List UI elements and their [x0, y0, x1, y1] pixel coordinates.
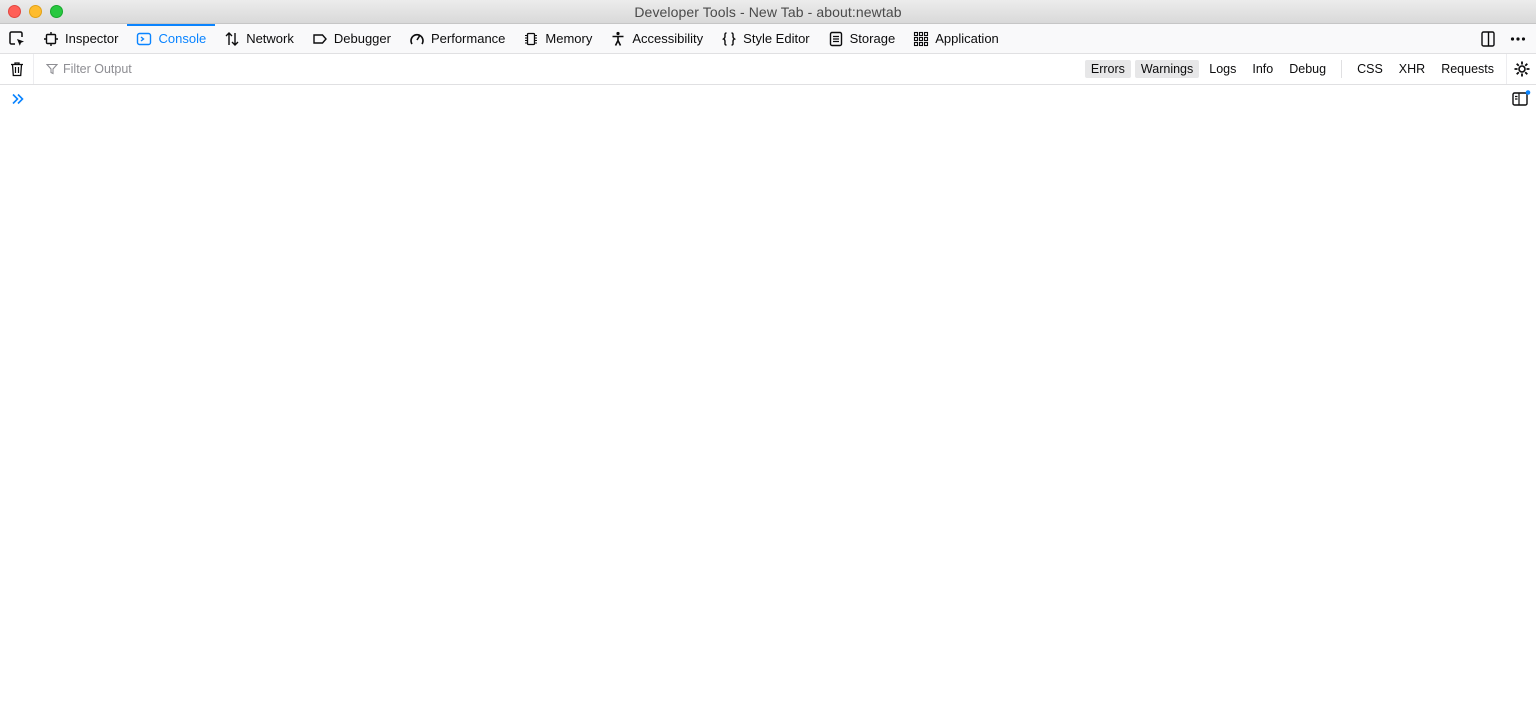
tab-label: Style Editor — [743, 31, 810, 46]
tab-application[interactable]: Application — [904, 24, 1008, 53]
close-window-button[interactable] — [8, 5, 21, 18]
style-editor-icon — [722, 31, 737, 46]
tab-storage[interactable]: Storage — [819, 24, 905, 53]
trash-icon — [10, 62, 23, 77]
console-prompt-icon — [12, 93, 24, 105]
application-icon — [914, 31, 929, 46]
window-controls — [8, 5, 63, 18]
console-output[interactable] — [0, 85, 1536, 721]
tab-label: Application — [935, 31, 999, 46]
tab-style-editor[interactable]: Style Editor — [712, 24, 818, 53]
tab-network[interactable]: Network — [215, 24, 303, 53]
tab-label: Inspector — [65, 31, 119, 46]
inspector-icon — [44, 31, 58, 46]
log-level-filters: Errors Warnings Logs Info Debug CSS XHR … — [1084, 60, 1506, 78]
filter-errors-button[interactable]: Errors — [1084, 60, 1131, 78]
gear-icon — [1514, 61, 1529, 77]
window-title: Developer Tools - New Tab - about:newtab — [634, 3, 902, 20]
accessibility-icon — [612, 31, 624, 46]
filter-requests-button[interactable]: Requests — [1435, 60, 1500, 78]
tab-label: Performance — [430, 31, 506, 46]
filter-separator — [1341, 60, 1343, 78]
filter-css-button[interactable]: CSS — [1351, 60, 1389, 78]
filter-xhr-button[interactable]: XHR — [1393, 60, 1431, 78]
tab-inspector[interactable]: Inspector — [34, 24, 127, 53]
tab-performance[interactable]: Performance — [400, 24, 514, 53]
toolbox-controls — [1478, 24, 1536, 53]
element-picker-button[interactable] — [0, 24, 34, 53]
toolbox-tabbar: Inspector Console Network Debugger Perfo… — [0, 24, 1536, 54]
tab-label: Storage — [849, 31, 896, 46]
filter-logs-button[interactable]: Logs — [1203, 60, 1242, 78]
tab-label: Memory — [545, 31, 593, 46]
tab-memory[interactable]: Memory — [514, 24, 601, 53]
clear-console-button[interactable] — [0, 54, 34, 84]
element-picker-icon — [9, 30, 24, 46]
network-icon — [225, 31, 239, 46]
tab-console[interactable]: Console — [127, 24, 215, 53]
dock-side-icon — [1481, 30, 1495, 47]
tab-label: Console — [158, 31, 207, 46]
filter-icon — [46, 63, 58, 75]
filter-info-button[interactable]: Info — [1246, 60, 1279, 78]
debugger-icon — [313, 33, 327, 44]
performance-icon — [410, 33, 424, 44]
filter-warnings-button[interactable]: Warnings — [1134, 60, 1200, 78]
minimize-window-button[interactable] — [29, 5, 42, 18]
tab-label: Network — [246, 31, 294, 46]
memory-icon — [525, 32, 538, 45]
ellipsis-icon — [1510, 36, 1526, 41]
filter-debug-button[interactable]: Debug — [1283, 60, 1332, 78]
devtools-window: Developer Tools - New Tab - about:newtab… — [0, 0, 1536, 721]
title-bar: Developer Tools - New Tab - about:newtab — [0, 0, 1536, 24]
tab-label: Debugger — [333, 31, 391, 46]
editor-mode-toggle-icon[interactable] — [1511, 90, 1531, 108]
storage-icon — [829, 31, 842, 46]
maximize-window-button[interactable] — [50, 5, 63, 18]
dock-toggle-button[interactable] — [1478, 29, 1498, 49]
tab-debugger[interactable]: Debugger — [303, 24, 400, 53]
more-options-button[interactable] — [1508, 29, 1528, 49]
console-icon — [137, 32, 152, 45]
console-settings-button[interactable] — [1506, 54, 1536, 84]
filter-output-input[interactable] — [63, 62, 463, 76]
tab-accessibility[interactable]: Accessibility — [601, 24, 712, 53]
filter-box — [34, 54, 1085, 84]
console-toolbar: Errors Warnings Logs Info Debug CSS XHR … — [0, 54, 1536, 85]
tab-label: Accessibility — [632, 31, 704, 46]
